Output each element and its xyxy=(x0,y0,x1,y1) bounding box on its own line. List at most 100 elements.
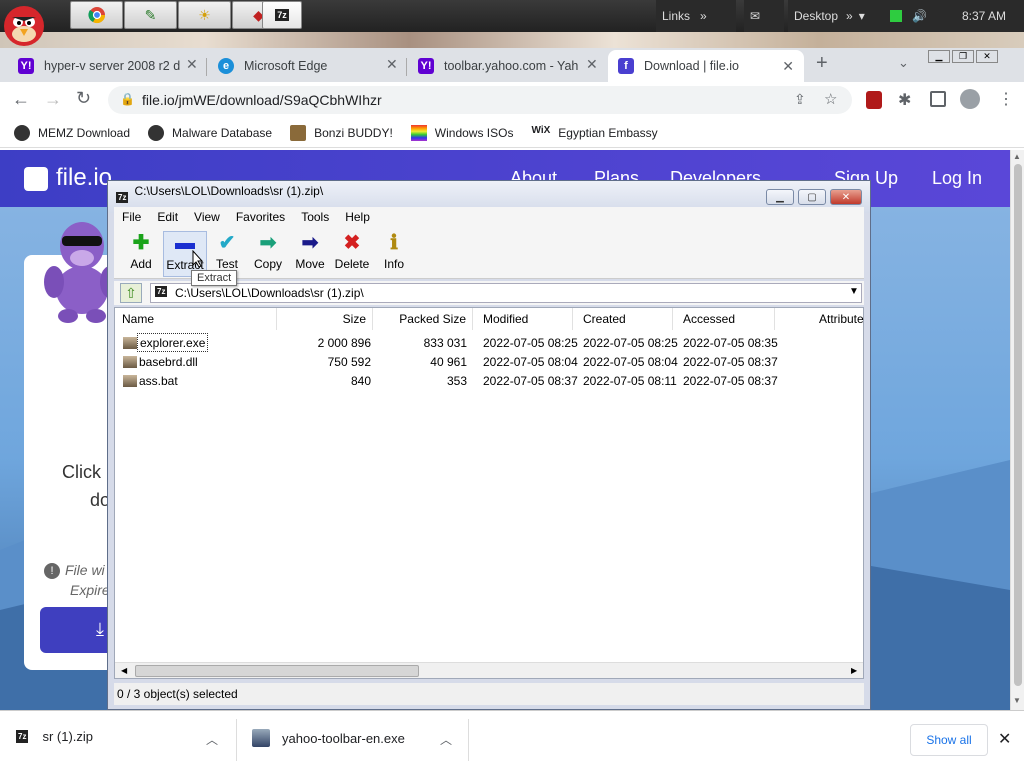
maximize-button[interactable]: ▢ xyxy=(798,189,826,205)
column-accessed[interactable]: Accessed xyxy=(673,308,775,330)
file-io-logo-icon xyxy=(24,167,48,191)
add-button[interactable]: ✚ Add xyxy=(119,231,163,277)
bookmark-windows-isos[interactable]: Windows ISOs xyxy=(410,124,513,141)
bookmark-star-icon[interactable]: ☆ xyxy=(824,90,837,108)
extension-shield-icon[interactable] xyxy=(866,91,882,109)
dropdown-arrow-icon[interactable]: ▼ xyxy=(849,286,859,297)
file-size: 750 592 xyxy=(327,354,371,369)
column-packed-size[interactable]: Packed Size xyxy=(373,308,473,330)
table-row[interactable]: ass.bat 840 353 2022-07-05 08:37 2022-07… xyxy=(123,371,863,390)
angry-bird-icon[interactable] xyxy=(0,0,56,48)
taskbar-7zip-button[interactable]: 7z xyxy=(262,1,302,29)
restore-icon[interactable]: ❐ xyxy=(952,50,974,63)
file-accessed: 2022-07-05 08:37 xyxy=(683,373,778,388)
show-all-button[interactable]: Show all xyxy=(910,724,988,756)
menu-kebab-icon[interactable]: ⋮ xyxy=(998,89,1014,109)
close-window-icon[interactable]: ✕ xyxy=(976,50,998,63)
column-modified[interactable]: Modified xyxy=(473,308,573,330)
bookmark-malware-database[interactable]: Malware Database xyxy=(148,124,272,141)
file-io-logo[interactable]: file.io xyxy=(56,164,112,192)
file-will-text: File wi xyxy=(65,562,105,578)
column-size[interactable]: Size xyxy=(277,308,373,330)
taskbar-paint-button[interactable]: ✎ xyxy=(124,1,177,29)
up-folder-icon[interactable]: ⇧ xyxy=(120,283,142,303)
tab-toolbar-yahoo[interactable]: Y! toolbar.yahoo.com - Yah xyxy=(408,52,606,80)
move-button[interactable]: ➡ Move xyxy=(288,231,332,277)
file-modified: 2022-07-05 08:04 xyxy=(483,354,578,369)
profile-avatar-icon[interactable] xyxy=(960,89,980,109)
minimize-icon[interactable]: ▁ xyxy=(928,50,950,63)
scroll-thumb[interactable] xyxy=(1014,164,1022,686)
tab-search-icon[interactable]: ⌄ xyxy=(898,55,909,71)
menu-edit[interactable]: Edit xyxy=(157,210,178,224)
menu-file[interactable]: File xyxy=(122,210,141,224)
bookmarks-bar: MEMZ Download Malware Database Bonzi BUD… xyxy=(0,118,1024,148)
taskbar-folder-button[interactable]: ☀ xyxy=(178,1,231,29)
horizontal-scrollbar[interactable]: ◀ ▶ xyxy=(115,662,863,678)
minimize-button[interactable]: ▁ xyxy=(766,189,794,205)
table-row[interactable]: basebrd.dll 750 592 40 961 2022-07-05 08… xyxy=(123,352,863,371)
desktop-wallpaper xyxy=(0,32,1024,48)
page-scrollbar[interactable]: ▲ ▼ xyxy=(1010,150,1024,710)
menu-view[interactable]: View xyxy=(194,210,220,224)
desktop-toolbar[interactable]: Desktop» ▾ xyxy=(788,0,884,32)
close-icon[interactable]: ✕ xyxy=(782,58,794,75)
yahoo-icon: Y! xyxy=(18,58,34,74)
path-input[interactable]: 7z C:\Users\LOL\Downloads\sr (1).zip\ ▼ xyxy=(150,283,862,303)
reload-icon[interactable]: ↻ xyxy=(76,88,91,109)
close-tab-icon[interactable]: ✕ xyxy=(586,56,598,73)
file-icon xyxy=(123,352,137,371)
bookmark-memz[interactable]: MEMZ Download xyxy=(14,124,130,141)
globe-icon xyxy=(14,124,30,141)
address-bar[interactable]: 🔒 file.io/jmWE/download/S9aQCbhWIhzr ⇪ ☆ xyxy=(108,86,852,114)
new-tab-icon[interactable]: + xyxy=(816,52,828,75)
bookmark-bonzi-buddy[interactable]: Bonzi BUDDY! xyxy=(290,124,393,141)
7zip-window: 7z C:\Users\LOL\Downloads\sr (1).zip\ ▁ … xyxy=(107,180,871,710)
system-tray[interactable]: 🔊 xyxy=(884,0,944,32)
extensions-puzzle-icon[interactable]: ✱ xyxy=(898,90,911,110)
file-icon xyxy=(123,371,137,390)
bonzi-icon xyxy=(290,124,307,141)
bookmark-egyptian-embassy[interactable]: WiX Egyptian Embassy xyxy=(531,125,657,141)
close-tab-icon[interactable]: ✕ xyxy=(186,56,198,73)
tab-file-io[interactable]: f Download | file.io ✕ xyxy=(608,50,804,82)
column-created[interactable]: Created xyxy=(573,308,673,330)
download-item-sr-zip[interactable]: 7z sr (1).zip xyxy=(16,729,93,744)
delete-button[interactable]: ✖ Delete xyxy=(330,231,374,277)
menu-favorites[interactable]: Favorites xyxy=(236,210,285,224)
nav-log-in[interactable]: Log In xyxy=(932,168,982,189)
column-name[interactable]: Name xyxy=(115,308,277,330)
chevron-up-icon[interactable]: ︿ xyxy=(206,731,218,748)
close-icon[interactable]: ✕ xyxy=(998,729,1011,749)
scroll-left-icon[interactable]: ◀ xyxy=(121,666,127,675)
forward-icon[interactable]: → xyxy=(44,89,62,110)
back-icon[interactable]: ← xyxy=(12,89,30,110)
scroll-up-icon[interactable]: ▲ xyxy=(1013,152,1021,161)
mouse-cursor-icon xyxy=(192,250,204,268)
copy-button[interactable]: ➡ Copy xyxy=(246,231,290,277)
tray-note-icon[interactable]: ✉ xyxy=(744,0,784,32)
info-button[interactable]: ℹ Info xyxy=(372,231,416,277)
table-row[interactable]: explorer.exe 2 000 896 833 031 2022-07-0… xyxy=(123,333,863,352)
share-icon[interactable]: ⇪ xyxy=(794,91,806,108)
download-item-yahoo-toolbar[interactable]: yahoo-toolbar-en.exe xyxy=(252,729,405,747)
tab-divider xyxy=(206,58,207,76)
close-button[interactable]: ✕ xyxy=(830,189,862,205)
taskbar-chrome-button[interactable] xyxy=(70,1,123,29)
scroll-thumb[interactable] xyxy=(135,665,419,677)
menu-help[interactable]: Help xyxy=(345,210,370,224)
links-toolbar[interactable]: Links» xyxy=(656,0,736,32)
column-attribute[interactable]: Attribute xyxy=(775,308,864,330)
tab-microsoft-edge[interactable]: e Microsoft Edge xyxy=(208,52,406,80)
chrome-icon xyxy=(87,7,105,24)
menu-tools[interactable]: Tools xyxy=(301,210,329,224)
tab-hyper-v[interactable]: Y! hyper-v server 2008 r2 d xyxy=(8,52,206,80)
close-tab-icon[interactable]: ✕ xyxy=(386,56,398,73)
wix-icon: WiX xyxy=(531,124,551,136)
yahoo-icon: Y! xyxy=(418,58,434,74)
chevron-up-icon[interactable]: ︿ xyxy=(440,731,452,748)
scroll-right-icon[interactable]: ▶ xyxy=(851,666,857,675)
clock[interactable]: 8:37 AM xyxy=(944,0,1024,32)
scroll-down-icon[interactable]: ▼ xyxy=(1013,696,1021,705)
side-panel-icon[interactable] xyxy=(930,91,946,107)
